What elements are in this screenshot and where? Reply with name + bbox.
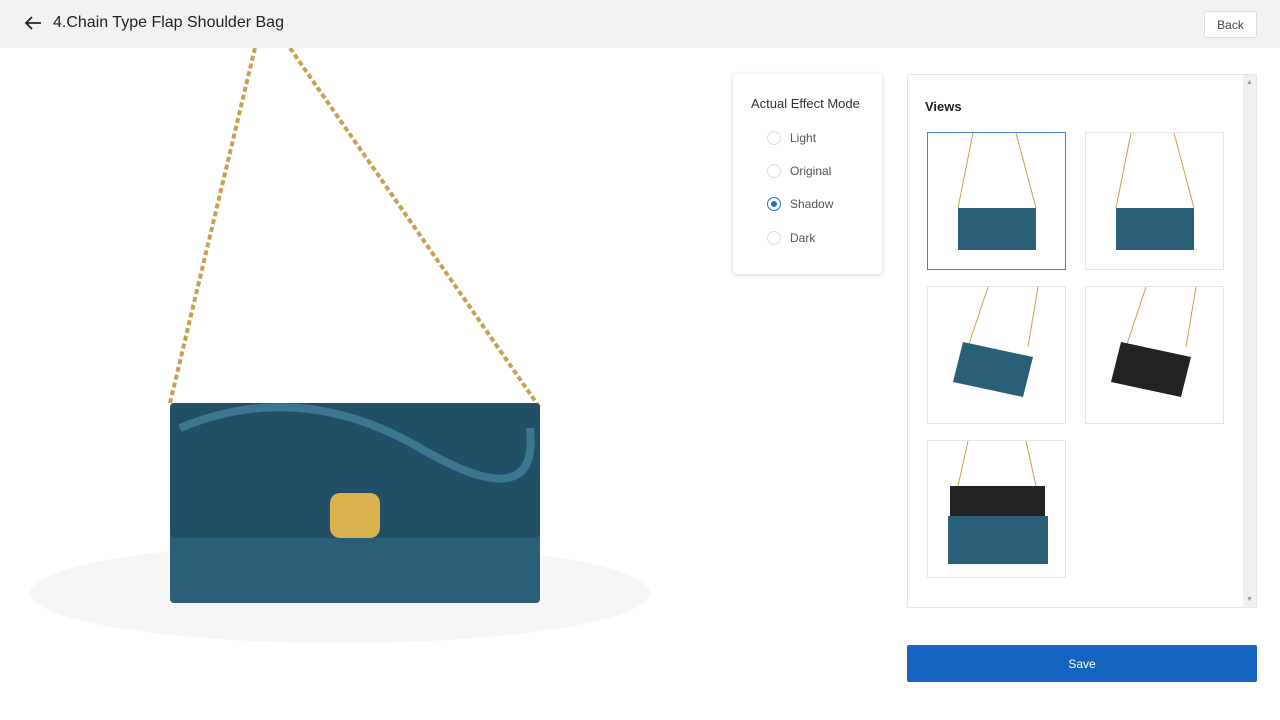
radio-light[interactable]: Light <box>767 131 816 145</box>
view-thumbnail[interactable] <box>927 440 1066 578</box>
radio-dark[interactable]: Dark <box>767 231 815 245</box>
radio-shadow[interactable]: Shadow <box>767 197 833 211</box>
top-bar: 4.Chain Type Flap Shoulder Bag Back <box>0 0 1280 48</box>
views-title: Views <box>925 99 962 114</box>
scrollbar[interactable]: ▲ ▼ <box>1243 75 1256 607</box>
radio-icon[interactable] <box>767 131 781 145</box>
back-arrow-icon[interactable] <box>22 12 44 34</box>
clasp <box>330 493 380 538</box>
effect-mode-panel: Actual Effect Mode Light Original Shadow… <box>733 74 882 274</box>
page-title: 4.Chain Type Flap Shoulder Bag <box>53 14 284 31</box>
view-thumbnail[interactable] <box>927 132 1066 270</box>
radio-icon[interactable] <box>767 231 781 245</box>
views-panel: Views ▲ ▼ <box>907 74 1257 608</box>
chain-strap <box>168 48 542 410</box>
radio-checked-icon[interactable] <box>767 197 781 211</box>
radio-icon[interactable] <box>767 164 781 178</box>
view-thumbnail[interactable] <box>1085 286 1224 424</box>
save-button[interactable]: Save <box>907 645 1257 682</box>
effect-mode-title: Actual Effect Mode <box>751 96 860 111</box>
radio-original[interactable]: Original <box>767 164 831 178</box>
view-thumbnail[interactable] <box>1085 132 1224 270</box>
product-preview <box>30 48 650 643</box>
view-thumbnail[interactable] <box>927 286 1066 424</box>
back-button[interactable]: Back <box>1204 11 1257 38</box>
